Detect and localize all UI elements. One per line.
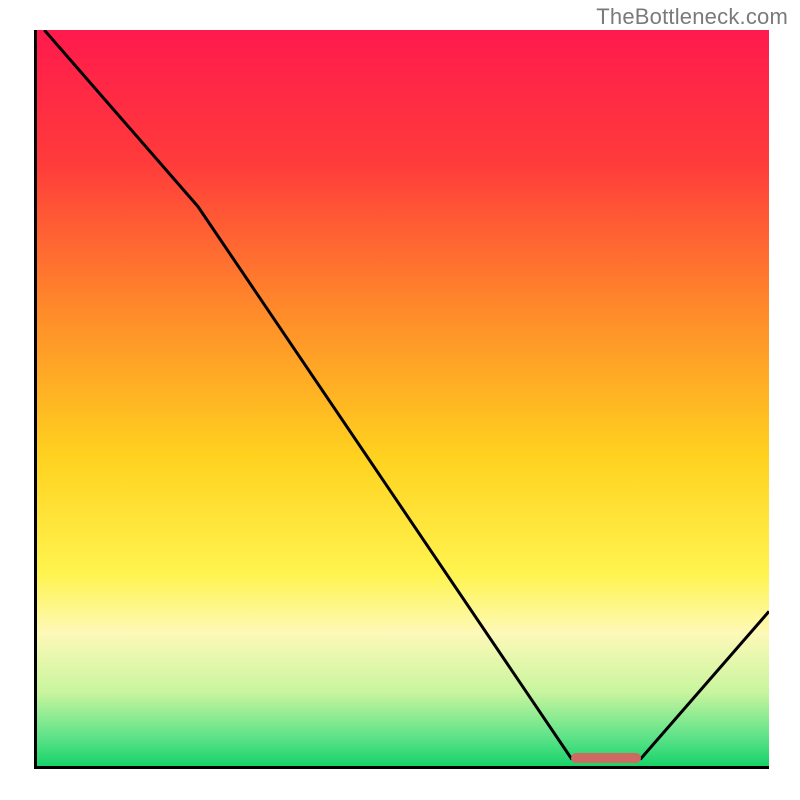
chart-background-gradient (37, 30, 769, 766)
chart-plot-area (34, 30, 769, 769)
attribution-text: TheBottleneck.com (596, 4, 788, 30)
chart-svg (37, 30, 769, 766)
optimal-range-marker (571, 753, 641, 763)
chart-container: TheBottleneck.com (0, 0, 800, 800)
